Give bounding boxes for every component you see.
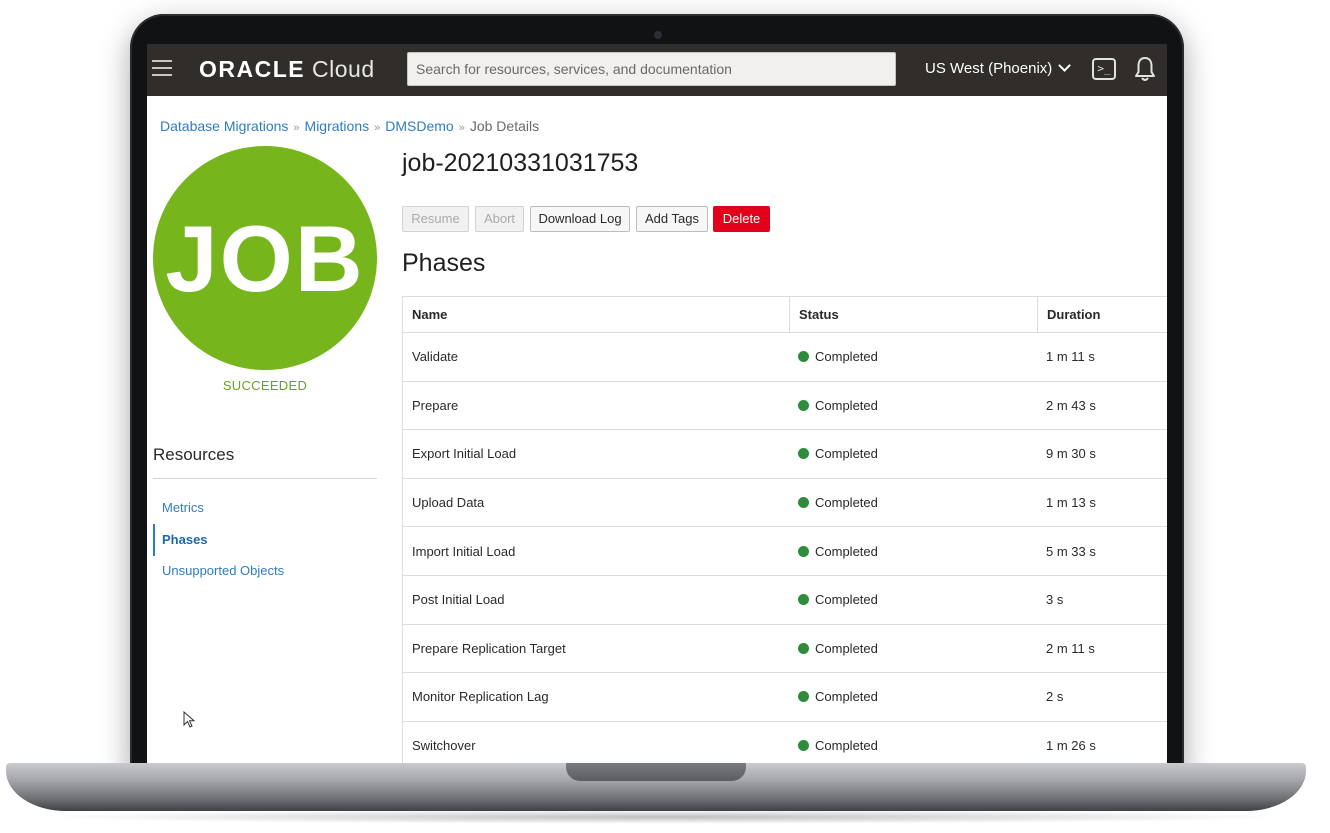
phase-duration: 9 m 30 s — [1046, 446, 1096, 462]
phase-name: Export Initial Load — [412, 446, 517, 462]
phase-status: Completed — [789, 430, 1037, 478]
oracle-cloud-logo[interactable]: ORACLE Cloud — [199, 56, 375, 83]
phase-status: Completed — [789, 673, 1037, 721]
phase-status-label: Completed — [815, 495, 878, 511]
table-row: Upload Data Completed 1 m 13 s — [403, 479, 1167, 528]
phase-status: Completed — [789, 625, 1037, 673]
bell-icon[interactable] — [1134, 56, 1156, 82]
status-completed-icon — [798, 497, 809, 509]
phase-status: Completed — [789, 576, 1037, 624]
table-row: Validate Completed 1 m 11 s — [403, 333, 1167, 382]
table-row: Prepare Completed 2 m 43 s — [403, 382, 1167, 431]
breadcrumb: Database Migrations » Migrations » DMSDemo » J… — [160, 118, 539, 134]
resource-link-unsupported-objects[interactable]: Unsupported Objects — [153, 555, 377, 587]
job-status-badge: JOB — [153, 146, 377, 370]
breadcrumb-separator: » — [458, 122, 465, 134]
phase-status: Completed — [789, 479, 1037, 527]
laptop-notch — [566, 763, 746, 781]
resources-title: Resources — [153, 445, 235, 464]
search-box[interactable] — [407, 52, 896, 86]
menu-icon[interactable] — [152, 60, 172, 78]
phase-duration: 2 m 11 s — [1046, 640, 1095, 656]
phase-duration: 5 m 33 s — [1046, 543, 1096, 559]
phase-status-label: Completed — [815, 592, 878, 608]
top-navigation-bar: ORACLE Cloud US West (Phoenix) >_ — [147, 44, 1167, 96]
status-completed-icon — [798, 351, 809, 363]
phase-name: Upload Data — [412, 495, 485, 511]
resource-link-metrics[interactable]: Metrics — [153, 492, 377, 524]
column-header-duration[interactable]: Duration — [1037, 297, 1167, 332]
region-selector[interactable]: US West (Phoenix) — [925, 59, 1072, 77]
breadcrumb-separator: » — [293, 122, 300, 134]
phase-name: Validate — [412, 349, 459, 365]
phase-status-label: Completed — [815, 738, 878, 754]
phase-name: Switchover — [412, 738, 476, 754]
job-status-label: SUCCEEDED — [222, 378, 308, 393]
search-input[interactable] — [408, 53, 895, 85]
phase-duration: 1 m 11 s — [1046, 349, 1095, 365]
breadcrumb-separator: » — [374, 122, 381, 134]
breadcrumb-current: Job Details — [469, 118, 540, 134]
phase-duration: 3 s — [1046, 592, 1064, 608]
add-tags-button[interactable]: Add Tags — [636, 206, 708, 232]
phase-status-label: Completed — [815, 640, 878, 656]
phase-status-label: Completed — [815, 397, 878, 413]
status-completed-icon — [798, 399, 809, 411]
phase-name: Prepare Replication Target — [412, 640, 566, 656]
breadcrumb-database-migrations[interactable]: Database Migrations — [160, 118, 288, 134]
table-header-row: Name Status Duration — [403, 297, 1167, 333]
phase-status-label: Completed — [815, 543, 878, 559]
resources-divider — [153, 478, 377, 479]
table-row: Export Initial Load Completed 9 m 30 s — [403, 430, 1167, 479]
abort-button[interactable]: Abort — [475, 206, 524, 232]
status-completed-icon — [798, 740, 809, 752]
phases-table: Name Status Duration Validate Completed 1 … — [402, 296, 1167, 763]
brand-primary: ORACLE — [199, 56, 306, 82]
phase-duration: 2 s — [1046, 689, 1064, 705]
phase-status: Completed — [789, 527, 1037, 575]
table-row: Prepare Replication Target Completed 2 m 1… — [403, 625, 1167, 674]
table-row: Post Initial Load Completed 3 s — [403, 576, 1167, 625]
resource-link-phases[interactable]: Phases — [153, 524, 377, 556]
phase-duration: 1 m 26 s — [1046, 738, 1096, 754]
column-header-name[interactable]: Name — [403, 297, 789, 332]
phase-status: Completed — [789, 722, 1037, 763]
phase-duration: 1 m 13 s — [1046, 495, 1096, 511]
phase-name: Post Initial Load — [412, 592, 505, 608]
status-completed-icon — [798, 691, 809, 703]
camera-icon — [654, 31, 662, 39]
region-label: US West (Phoenix) — [925, 60, 1053, 77]
table-row: Import Initial Load Completed 5 m 33 s — [403, 527, 1167, 576]
phase-status: Completed — [789, 382, 1037, 430]
status-completed-icon — [798, 642, 809, 654]
mouse-cursor-icon — [183, 711, 196, 728]
phase-status-label: Completed — [815, 349, 878, 365]
laptop-shadow — [40, 810, 1290, 824]
status-completed-icon — [798, 545, 809, 557]
resume-button[interactable]: Resume — [402, 206, 469, 232]
delete-button[interactable]: Delete — [713, 206, 770, 232]
phase-name: Monitor Replication Lag — [412, 689, 549, 705]
chevron-down-icon — [1058, 59, 1072, 72]
status-completed-icon — [798, 594, 809, 606]
phases-heading: Phases — [402, 249, 486, 277]
cloud-shell-icon[interactable]: >_ — [1092, 58, 1116, 80]
breadcrumb-dmsdemo[interactable]: DMSDemo — [385, 118, 453, 134]
job-badge-text: JOB — [165, 206, 365, 311]
phase-status: Completed — [789, 333, 1037, 381]
download-log-button[interactable]: Download Log — [530, 206, 630, 232]
brand-secondary: Cloud — [312, 56, 375, 82]
phase-name: Prepare — [412, 397, 459, 413]
phase-status-label: Completed — [815, 689, 878, 705]
phase-name: Import Initial Load — [412, 543, 516, 559]
phase-duration: 2 m 43 s — [1046, 397, 1096, 413]
page-title: job-20210331031753 — [402, 149, 639, 177]
table-row: Monitor Replication Lag Completed 2 s — [403, 673, 1167, 722]
table-row: Switchover Completed 1 m 26 s — [403, 722, 1167, 763]
column-header-status[interactable]: Status — [789, 297, 1037, 332]
status-completed-icon — [798, 448, 809, 460]
screen: ORACLE Cloud US West (Phoenix) >_ Databa… — [147, 44, 1167, 763]
breadcrumb-migrations[interactable]: Migrations — [305, 118, 370, 134]
phase-status-label: Completed — [815, 446, 878, 462]
